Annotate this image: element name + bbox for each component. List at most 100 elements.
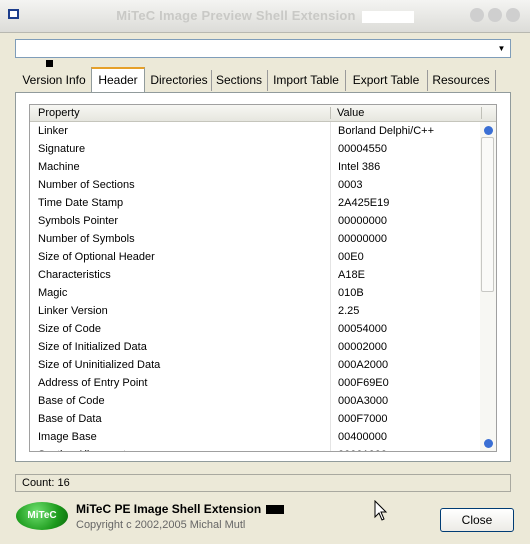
table-row[interactable]: Address of Entry Point 000F69E0 (30, 374, 482, 392)
property-cell: Size of Optional Header (38, 251, 155, 263)
table-row[interactable]: Linker Borland Delphi/C++ (30, 122, 482, 140)
redacted-box (361, 10, 414, 23)
app-name: MiTeC PE Image Shell Extension (76, 502, 262, 516)
close-button[interactable]: Close (440, 508, 514, 532)
property-cell: Machine (38, 161, 80, 173)
mouse-cursor-icon (374, 500, 388, 521)
property-cell: Base of Data (38, 413, 102, 425)
property-cell: Base of Code (38, 395, 105, 407)
property-cell: Magic (38, 287, 68, 299)
grid-header: Property Value (30, 105, 496, 122)
property-cell: Linker (38, 125, 68, 137)
tab-label: Export Table (352, 73, 420, 87)
property-cell: Symbols Pointer (38, 215, 119, 227)
file-selector-combo[interactable]: ▼ (15, 39, 511, 58)
table-row[interactable]: Section Alignment 00001000 (30, 446, 482, 451)
value-cell: 00000000 (338, 233, 387, 245)
table-row[interactable]: Base of Data 000F7000 (30, 410, 482, 428)
scroll-up-marker-icon[interactable] (484, 126, 493, 135)
property-cell: Number of Sections (38, 179, 135, 191)
column-header-value[interactable]: Value (337, 107, 364, 119)
status-bar: Count: 16 (15, 474, 511, 492)
focus-marker (46, 60, 53, 67)
tab-sections[interactable]: Sections (211, 70, 268, 91)
window-title: MiTeC Image Preview Shell Extension (116, 8, 356, 23)
copyright-text: Copyright c 2002,2005 Michal Mutl (76, 519, 246, 531)
property-cell: Size of Code (38, 323, 101, 335)
value-cell: 2.25 (338, 305, 360, 317)
maximize-button[interactable] (488, 8, 502, 22)
table-row[interactable]: Size of Optional Header 00E0 (30, 248, 482, 266)
logo-text: MiTeC (27, 510, 57, 521)
tab-import-table[interactable]: Import Table (267, 70, 346, 91)
value-cell: 000A3000 (338, 395, 389, 407)
table-row[interactable]: Symbols Pointer 00000000 (30, 212, 482, 230)
value-cell: A18E (338, 269, 365, 281)
value-cell: 0003 (338, 179, 363, 191)
header-grid[interactable]: Property Value Linker Borland Delphi/C++ S… (29, 104, 497, 452)
value-cell: 000F7000 (338, 413, 388, 425)
value-cell: 00000000 (338, 215, 387, 227)
scroll-down-marker-icon[interactable] (484, 439, 493, 448)
tab-directories[interactable]: Directories (147, 70, 212, 91)
property-cell: Characteristics (38, 269, 111, 281)
minimize-button[interactable] (470, 8, 484, 22)
table-row[interactable]: Image Base 00400000 (30, 428, 482, 446)
table-row[interactable]: Signature 00004550 (30, 140, 482, 158)
value-cell: Borland Delphi/C++ (338, 125, 435, 137)
app-name-wrap: MiTeC PE Image Shell Extension (76, 502, 285, 516)
property-cell: Signature (38, 143, 86, 155)
tab-resources[interactable]: Resources (427, 70, 496, 91)
property-cell: Address of Entry Point (38, 377, 148, 389)
vertical-scrollbar[interactable] (480, 122, 496, 451)
value-cell: 00002000 (338, 341, 387, 353)
column-divider[interactable] (481, 107, 482, 119)
value-cell: 00001000 (338, 446, 387, 451)
column-divider[interactable] (330, 107, 331, 119)
table-row[interactable]: Number of Symbols 00000000 (30, 230, 482, 248)
tab-label: Version Info (22, 73, 86, 87)
table-row[interactable]: Time Date Stamp 2A425E19 (30, 194, 482, 212)
tab-label: Import Table (273, 73, 339, 87)
table-row[interactable]: Machine Intel 386 (30, 158, 482, 176)
tab-label: Sections (215, 73, 263, 87)
chevron-down-icon[interactable]: ▼ (495, 42, 508, 55)
value-cell: 2A425E19 (338, 197, 390, 209)
column-header-property[interactable]: Property (38, 107, 80, 119)
count-label: Count: 16 (22, 477, 70, 489)
title-bar[interactable]: MiTeC Image Preview Shell Extension (0, 0, 530, 33)
tab-version-info[interactable]: Version Info (17, 70, 92, 91)
scrollbar-thumb[interactable] (481, 137, 494, 292)
tab-label: Resources (432, 73, 490, 87)
tab-label: Header (98, 73, 138, 87)
value-cell: 00E0 (338, 251, 364, 263)
value-cell: 000A2000 (338, 359, 389, 371)
property-cell: Time Date Stamp (38, 197, 124, 209)
close-window-button[interactable] (506, 8, 520, 22)
property-cell: Size of Uninitialized Data (38, 359, 161, 371)
window-title-wrap: MiTeC Image Preview Shell Extension (0, 8, 530, 23)
tab-header[interactable]: Header (91, 67, 145, 92)
value-cell: 010B (338, 287, 364, 299)
property-cell: Image Base (38, 431, 97, 443)
value-cell: 000F69E0 (338, 377, 389, 389)
table-row[interactable]: Size of Initialized Data 00002000 (30, 338, 482, 356)
table-row[interactable]: Characteristics A18E (30, 266, 482, 284)
value-cell: 00400000 (338, 431, 387, 443)
table-row[interactable]: Size of Uninitialized Data 000A2000 (30, 356, 482, 374)
table-row[interactable]: Magic 010B (30, 284, 482, 302)
property-cell: Number of Symbols (38, 233, 135, 245)
property-cell: Section Alignment (38, 446, 126, 451)
redacted-box (266, 505, 285, 515)
value-cell: 00054000 (338, 323, 387, 335)
tab-label: Directories (150, 73, 208, 87)
tab-export-table[interactable]: Export Table (345, 70, 428, 91)
mitec-logo: MiTeC (16, 502, 68, 530)
value-cell: 00004550 (338, 143, 387, 155)
table-row[interactable]: Number of Sections 0003 (30, 176, 482, 194)
value-cell: Intel 386 (338, 161, 381, 173)
table-row[interactable]: Base of Code 000A3000 (30, 392, 482, 410)
property-cell: Size of Initialized Data (38, 341, 147, 353)
table-row[interactable]: Size of Code 00054000 (30, 320, 482, 338)
table-row[interactable]: Linker Version 2.25 (30, 302, 482, 320)
